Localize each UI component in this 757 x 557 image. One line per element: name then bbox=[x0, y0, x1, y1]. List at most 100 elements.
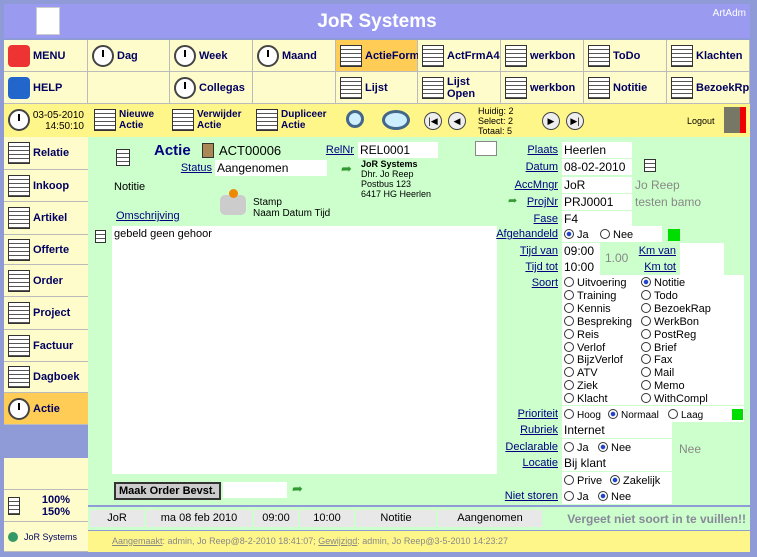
locatie-link[interactable]: Locatie bbox=[448, 457, 558, 469]
sidebar-item-artikel[interactable]: Artikel bbox=[4, 202, 88, 235]
plaats-bg-field[interactable]: Heerlen bbox=[562, 142, 632, 158]
locatie-zakelijk[interactable]: Zakelijk bbox=[610, 475, 660, 487]
soort-verlof[interactable]: Verlof bbox=[564, 341, 605, 354]
order-field[interactable] bbox=[223, 482, 287, 498]
proj-arrow-icon[interactable]: ➦ bbox=[508, 194, 517, 207]
logout-door-icon[interactable] bbox=[724, 107, 746, 133]
toolbar-bezoekrp[interactable]: BezoekRp bbox=[667, 72, 750, 104]
toolbar-lijst-open[interactable]: Lijst Open bbox=[418, 72, 501, 104]
sidebar-item-actie[interactable]: Actie bbox=[4, 393, 88, 425]
rubriek-link[interactable]: Rubriek bbox=[448, 424, 558, 436]
toolbar-dag[interactable]: Dag bbox=[88, 40, 170, 72]
soort-kennis[interactable]: Kennis bbox=[564, 302, 611, 315]
tijd-tot-field[interactable]: 10:00 bbox=[562, 259, 600, 275]
sidebar-item-factuur[interactable]: Factuur bbox=[4, 330, 88, 362]
toolbar-actieform[interactable]: ActieForm bbox=[336, 40, 419, 72]
delete-action-button[interactable]: Verwijder Actie bbox=[172, 109, 241, 131]
zoom-100[interactable]: 100% bbox=[42, 494, 70, 506]
duplicate-action-button[interactable]: Dupliceer Actie bbox=[256, 109, 327, 131]
datum-link[interactable]: Datum bbox=[448, 161, 558, 173]
sidebar-item-relatie[interactable]: Relatie bbox=[4, 137, 88, 170]
niet-storen-ja[interactable]: Ja bbox=[564, 491, 589, 503]
declarable-link[interactable]: Declarable bbox=[448, 441, 558, 453]
soort-werkbon[interactable]: WerkBon bbox=[641, 315, 699, 328]
company-link[interactable]: JoR Systems bbox=[4, 522, 88, 552]
soort-notitie[interactable]: Notitie bbox=[641, 277, 685, 289]
relnr-link[interactable]: RelNr bbox=[308, 144, 354, 156]
soort-bijzverlof[interactable]: BijzVerlof bbox=[564, 354, 623, 366]
km-van-field[interactable] bbox=[680, 243, 724, 259]
toolbar-help[interactable]: HELP bbox=[4, 72, 88, 104]
changed-link[interactable]: Gewijzigd bbox=[318, 536, 357, 546]
prioriteit-link[interactable]: Prioriteit bbox=[448, 408, 558, 420]
sidebar-item-dagboek[interactable]: Dagboek bbox=[4, 362, 88, 393]
toolbar-werkbon[interactable]: werkbon bbox=[501, 40, 584, 72]
tijd-van-link[interactable]: Tijd van bbox=[448, 245, 558, 257]
last-record-icon[interactable]: ▶| bbox=[566, 112, 584, 130]
sidebar-item-offerte[interactable]: Offerte bbox=[4, 235, 88, 265]
first-record-icon[interactable]: |◀ bbox=[424, 112, 442, 130]
soort-postreg[interactable]: PostReg bbox=[641, 328, 696, 341]
tijd-van-field[interactable]: 09:00 bbox=[562, 243, 600, 259]
plaats-link[interactable]: Plaats bbox=[448, 144, 558, 156]
calendar-icon[interactable] bbox=[644, 159, 656, 172]
advanced-search-icon[interactable] bbox=[382, 110, 410, 130]
soort-reis[interactable]: Reis bbox=[564, 328, 599, 341]
zoom-control[interactable]: 100% 150% bbox=[4, 490, 88, 522]
km-van-link[interactable]: Km van bbox=[638, 245, 676, 257]
soort-memo[interactable]: Memo bbox=[641, 380, 685, 392]
projnr-link[interactable]: ProjNr bbox=[448, 196, 558, 208]
soort-uitvoering[interactable]: Uitvoering bbox=[564, 277, 627, 289]
soort-klacht[interactable]: Klacht bbox=[564, 393, 608, 405]
prioriteit-normaal[interactable]: Normaal bbox=[608, 409, 659, 421]
soort-link[interactable]: Soort bbox=[448, 277, 558, 289]
soort-brief[interactable]: Brief bbox=[641, 341, 677, 354]
toolbar-klachten[interactable]: Klachten bbox=[667, 40, 750, 72]
datum-field[interactable]: 08-02-2010 bbox=[562, 159, 632, 175]
soort-todo[interactable]: Todo bbox=[641, 289, 678, 302]
soort-ziek[interactable]: Ziek bbox=[564, 380, 598, 392]
soort-mail[interactable]: Mail bbox=[641, 367, 674, 379]
relnr-field[interactable]: REL0001 bbox=[358, 142, 438, 158]
accmngr-field[interactable]: JoR bbox=[562, 177, 632, 193]
projnr-field[interactable]: PRJ0001 bbox=[562, 194, 632, 210]
soort-atv[interactable]: ATV bbox=[564, 367, 598, 379]
declarable-nee[interactable]: Nee bbox=[598, 442, 631, 454]
prioriteit-hoog[interactable]: Hoog bbox=[564, 409, 601, 421]
afgehandeld-nee[interactable]: Nee bbox=[600, 229, 633, 241]
tijd-tot-link[interactable]: Tijd tot bbox=[448, 261, 558, 273]
toolbar-werkbon[interactable]: werkbon bbox=[501, 72, 584, 104]
omschrijving-link[interactable]: Omschrijving bbox=[116, 210, 180, 222]
next-record-icon[interactable]: ▶ bbox=[542, 112, 560, 130]
fase-field[interactable]: F4 bbox=[562, 211, 632, 227]
omschrijving-textarea[interactable]: gebeld geen gehoor bbox=[112, 226, 497, 474]
toolbar-menu[interactable]: MENU bbox=[4, 40, 88, 72]
toolbar-todo[interactable]: ToDo bbox=[584, 40, 667, 72]
locatie-field[interactable]: Bij klant bbox=[562, 455, 672, 471]
fase-link[interactable]: Fase bbox=[448, 213, 558, 225]
soort-fax[interactable]: Fax bbox=[641, 354, 672, 366]
soort-bespreking[interactable]: Bespreking bbox=[564, 315, 632, 328]
niet-storen-link[interactable]: Niet storen bbox=[448, 490, 558, 502]
logout-link[interactable]: Logout bbox=[687, 116, 715, 126]
created-link[interactable]: Aangemaakt bbox=[112, 536, 163, 546]
soort-training[interactable]: Training bbox=[564, 289, 616, 302]
search-icon[interactable] bbox=[346, 110, 364, 128]
afgehandeld-link[interactable]: Afgehandeld bbox=[448, 228, 558, 240]
prev-record-icon[interactable]: ◀ bbox=[448, 112, 466, 130]
toolbar-actfrma4[interactable]: ActFrmA4 bbox=[418, 40, 501, 72]
accmngr-link[interactable]: AccMngr bbox=[448, 179, 558, 191]
soort-withcompl[interactable]: WithCompl bbox=[641, 393, 708, 405]
declarable-ja[interactable]: Ja bbox=[564, 442, 589, 454]
km-tot-field[interactable] bbox=[680, 259, 724, 275]
toolbar-maand[interactable]: Maand bbox=[253, 40, 336, 72]
toolbar-week[interactable]: Week bbox=[170, 40, 253, 72]
stamp-icon[interactable] bbox=[220, 189, 246, 215]
afgehandeld-ja[interactable]: Ja bbox=[564, 229, 589, 241]
sidebar-item-project[interactable]: Project bbox=[4, 297, 88, 330]
niet-storen-nee[interactable]: Nee bbox=[598, 491, 631, 503]
sidebar-item-inkoop[interactable]: Inkoop bbox=[4, 170, 88, 202]
zoom-150[interactable]: 150% bbox=[42, 506, 70, 518]
make-order-button[interactable]: Maak Order Bevst. bbox=[114, 482, 221, 500]
status-field[interactable]: Aangenomen bbox=[215, 160, 327, 176]
